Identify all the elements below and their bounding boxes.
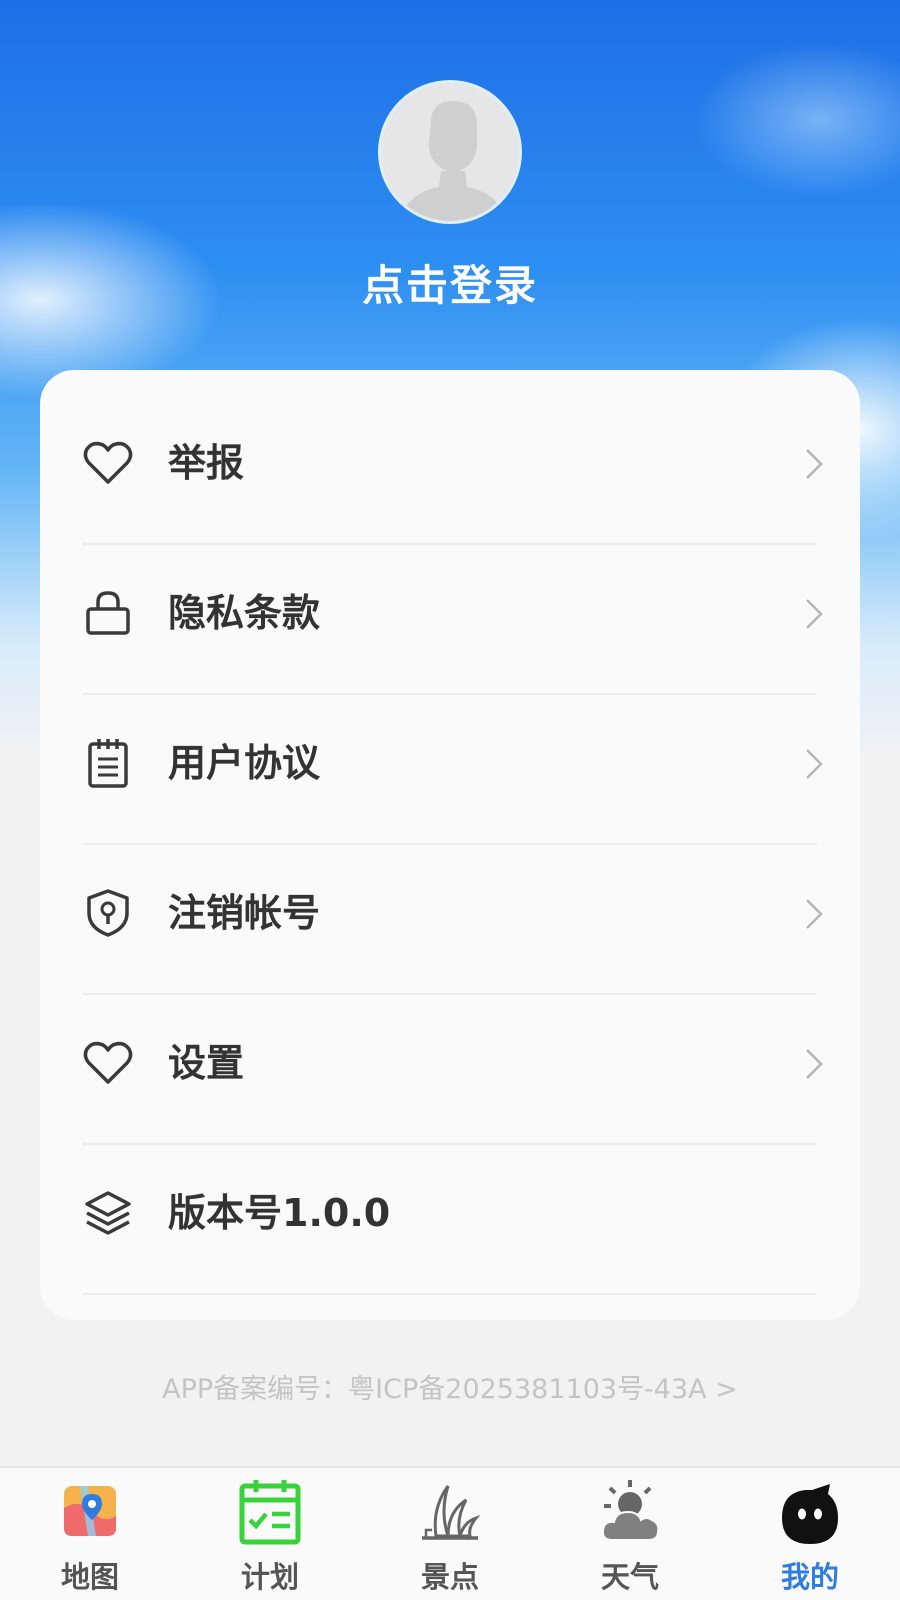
heart-icon [83, 1041, 133, 1084]
heart-icon [83, 441, 133, 484]
login-button[interactable]: 点击登录 [0, 252, 900, 313]
tab-label: 地图 [60, 1560, 119, 1594]
tab-label: 我的 [780, 1560, 839, 1594]
tab-label: 计划 [240, 1560, 299, 1594]
menu-item-version: 版本号1.0.0 [40, 1138, 860, 1288]
chevron-right-icon [806, 899, 823, 929]
menu-item-settings[interactable]: 设置 [40, 988, 860, 1138]
tab-attractions[interactable]: 景点 [360, 1468, 540, 1600]
menu-item-label: 注销帐号 [168, 891, 321, 935]
default-avatar-icon [381, 83, 519, 221]
tab-map[interactable]: 地图 [0, 1468, 180, 1600]
tab-mine[interactable]: 我的 [720, 1468, 900, 1600]
chevron-right-icon [806, 1049, 823, 1079]
tab-label: 天气 [600, 1560, 659, 1594]
tab-label: 景点 [420, 1560, 479, 1594]
divider [83, 1293, 817, 1295]
menu-item-label: 举报 [168, 441, 245, 485]
map-icon [64, 1486, 116, 1536]
chevron-right-icon [806, 599, 823, 629]
mascot-icon [782, 1484, 838, 1544]
bottom-tab-bar: 地图 计划 景点 天气 我的 [0, 1466, 900, 1600]
icp-record-link[interactable]: APP备案编号：粤ICP备2025381103号-43A > [0, 1367, 900, 1406]
menu-item-delete-account[interactable]: 注销帐号 [40, 838, 860, 988]
notepad-icon [88, 739, 128, 788]
menu-item-report[interactable]: 举报 [40, 388, 860, 538]
menu-item-label: 版本号1.0.0 [168, 1191, 391, 1235]
layers-icon [85, 1191, 131, 1235]
menu-item-privacy[interactable]: 隐私条款 [40, 538, 860, 688]
menu-item-label: 设置 [168, 1041, 245, 1085]
shield-keyhole-icon [87, 889, 129, 937]
tab-weather[interactable]: 天气 [540, 1468, 720, 1600]
menu-card: 举报 隐私条款 用户协议 注销帐号 设置 版本号1.0.0 [40, 370, 860, 1320]
calendar-check-icon [239, 1480, 301, 1545]
lock-icon [86, 591, 130, 635]
menu-item-label: 用户协议 [168, 741, 321, 785]
weather-icon [601, 1480, 660, 1541]
opera-house-icon [422, 1485, 481, 1540]
menu-item-label: 隐私条款 [168, 591, 321, 635]
chevron-right-icon [806, 449, 823, 479]
tab-plan[interactable]: 计划 [180, 1468, 360, 1600]
chevron-right-icon [806, 749, 823, 779]
menu-item-user-agreement[interactable]: 用户协议 [40, 688, 860, 838]
avatar[interactable] [378, 80, 522, 224]
